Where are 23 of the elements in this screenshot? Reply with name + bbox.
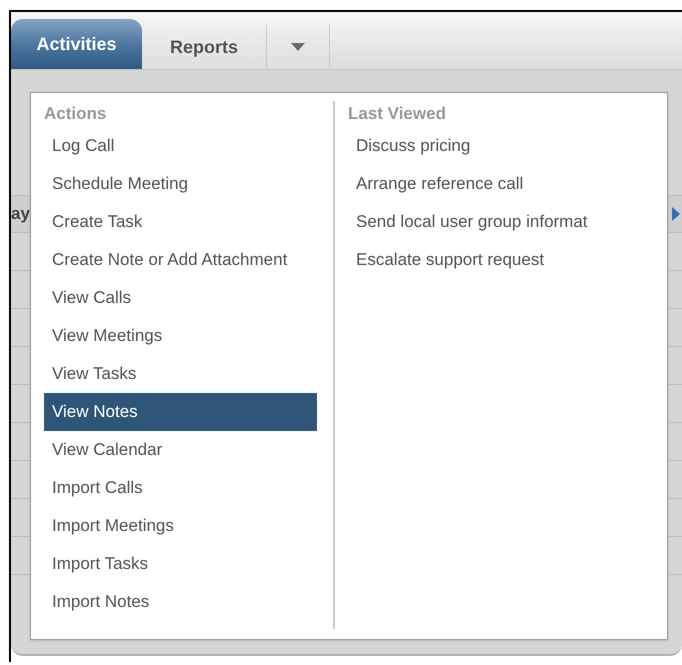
menu-item[interactable]: View Tasks (44, 355, 317, 393)
menu-item[interactable]: Import Notes (44, 583, 317, 621)
menu-item[interactable]: Schedule Meeting (44, 165, 317, 203)
menu-item[interactable]: Discuss pricing (348, 127, 667, 165)
menu-item[interactable]: View Meetings (44, 317, 317, 355)
menu-item[interactable]: Import Calls (44, 469, 317, 507)
menu-item[interactable]: Log Call (44, 127, 317, 165)
menu-item[interactable]: Arrange reference call (348, 165, 667, 203)
caret-icon (291, 43, 305, 51)
right-arrow-icon (672, 206, 682, 222)
menu-item[interactable]: View Notes (44, 393, 317, 431)
tab[interactable]: Activities (11, 19, 142, 69)
menu-item[interactable]: Send local user group informat (348, 203, 667, 241)
menu-item[interactable]: Escalate support request (348, 241, 667, 279)
menu-item[interactable]: View Calendar (44, 431, 317, 469)
menu-item[interactable]: Create Note or Add Attachment (44, 241, 317, 279)
menu-item[interactable]: Create Task (44, 203, 317, 241)
section-heading: Actions (44, 103, 106, 126)
section-heading: Last Viewed (348, 103, 446, 126)
menu-item[interactable]: Import Meetings (44, 507, 317, 545)
column-header: ay (11, 203, 30, 226)
menu-item[interactable]: View Calls (44, 279, 317, 317)
menu-item[interactable]: Import Tasks (44, 545, 317, 583)
